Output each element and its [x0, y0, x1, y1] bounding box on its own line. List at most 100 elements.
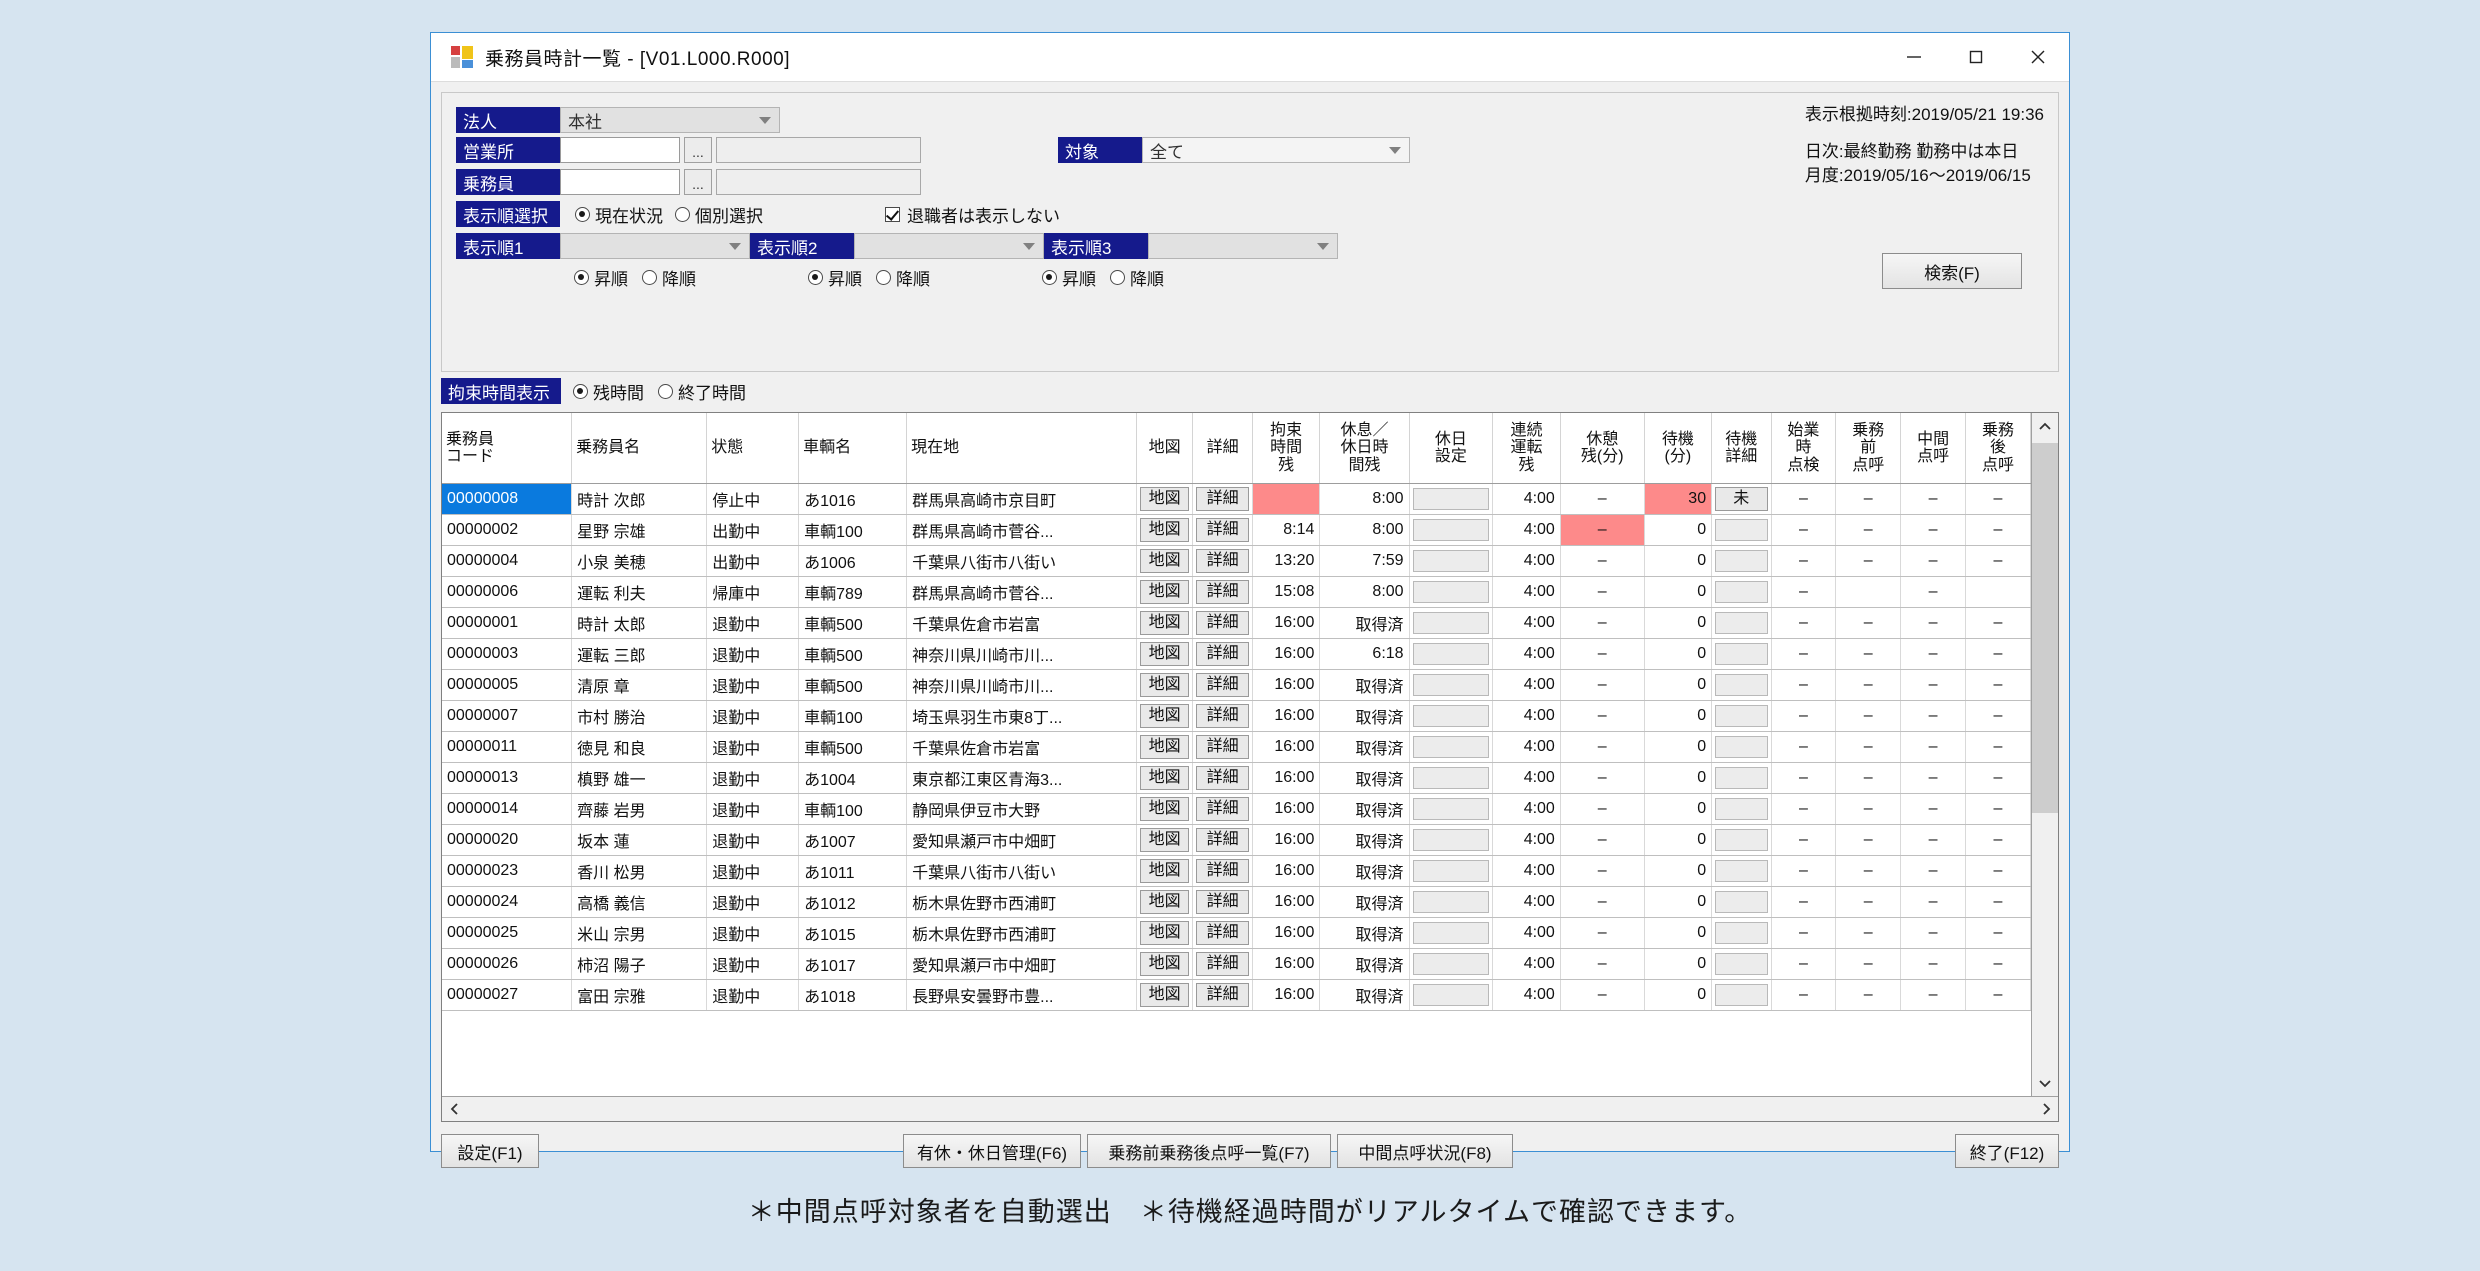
holiday-setting-cell-box[interactable]: [1412, 581, 1490, 603]
column-header-6[interactable]: 詳細: [1192, 413, 1253, 484]
holiday-setting-cell[interactable]: [1409, 607, 1494, 639]
office-picker-button[interactable]: ...: [684, 137, 712, 163]
wait-detail-cell-box[interactable]: [1715, 798, 1768, 820]
wait-detail-cell[interactable]: [1711, 607, 1772, 639]
holiday-setting-cell-box[interactable]: [1412, 612, 1490, 634]
holiday-setting-cell-box[interactable]: [1412, 953, 1490, 975]
maximize-button[interactable]: [1945, 33, 2007, 81]
table-row[interactable]: 00000024 高橋 義信 退勤中 あ1012 栃木県佐野市西浦町 地図 詳細 16:00 取…: [442, 886, 2031, 918]
detail-button[interactable]: 詳細: [1196, 642, 1249, 666]
vertical-scroll-thumb[interactable]: [2032, 443, 2058, 813]
detail-button[interactable]: 詳細: [1196, 797, 1249, 821]
table-row[interactable]: 00000026 柿沼 陽子 退勤中 あ1017 愛知県瀬戸市中畑町 地図 詳細 16:00 取…: [442, 948, 2031, 980]
wait-detail-cell-box[interactable]: [1715, 550, 1768, 572]
map-button[interactable]: 地図: [1139, 766, 1190, 790]
map-button[interactable]: 地図: [1139, 580, 1190, 604]
table-row[interactable]: 00000023 香川 松男 退勤中 あ1011 千葉県八街市八街い 地図 詳細 16:00 取…: [442, 855, 2031, 887]
table-row[interactable]: 00000020 坂本 蓮退勤中 あ1007 愛知県瀬戸市中畑町 地図 詳細 16:00 取得…: [442, 824, 2031, 856]
holiday-setting-cell[interactable]: [1409, 545, 1494, 577]
wait-detail-cell-box[interactable]: [1715, 953, 1768, 975]
table-row[interactable]: 00000005 清原 章退勤中 車輌500 神奈川県川崎市川... 地図 詳細 16:00…: [442, 669, 2031, 701]
column-header-0[interactable]: 乗務員 コード: [442, 413, 573, 484]
detail-button[interactable]: 詳細: [1196, 549, 1249, 573]
wait-detail-cell-box[interactable]: [1715, 860, 1768, 882]
search-button[interactable]: 検索(F): [1882, 253, 2022, 289]
holiday-setting-cell-box[interactable]: [1412, 705, 1490, 727]
table-row[interactable]: 00000007 市村 勝治 退勤中 車輌100 埼玉県羽生市東8丁... 地図 詳細 16:…: [442, 700, 2031, 732]
minimize-button[interactable]: [1883, 33, 1945, 81]
column-header-3[interactable]: 車輌名: [798, 413, 908, 484]
map-button[interactable]: 地図: [1139, 487, 1190, 511]
table-row[interactable]: 00000011 徳見 和良 退勤中 車輌500 千葉県佐倉市岩富 地図 詳細 16:00 取得…: [442, 731, 2031, 763]
detail-button[interactable]: 詳細: [1196, 952, 1249, 976]
wait-detail-cell-box[interactable]: [1715, 581, 1768, 603]
wait-detail-cell-box[interactable]: [1715, 891, 1768, 913]
wait-detail-cell[interactable]: [1711, 545, 1772, 577]
holiday-setting-cell[interactable]: [1409, 638, 1494, 670]
holiday-setting-cell[interactable]: [1409, 576, 1494, 608]
table-row[interactable]: 00000025 米山 宗男 退勤中 あ1015 栃木県佐野市西浦町 地図 詳細 16:00 取…: [442, 917, 2031, 949]
crew-picker-button[interactable]: ...: [684, 169, 712, 195]
holiday-setting-cell[interactable]: [1409, 979, 1494, 1011]
column-header-14[interactable]: 始業時点検: [1771, 413, 1837, 484]
holiday-setting-cell-box[interactable]: [1412, 519, 1490, 541]
holiday-setting-cell[interactable]: [1409, 762, 1494, 794]
scroll-down-arrow-icon[interactable]: [2032, 1070, 2058, 1096]
wait-detail-cell[interactable]: [1711, 917, 1772, 949]
holiday-setting-cell-box[interactable]: [1412, 736, 1490, 758]
map-button[interactable]: 地図: [1139, 673, 1190, 697]
holiday-setting-cell[interactable]: [1409, 824, 1494, 856]
column-header-10[interactable]: 連続 運転残: [1492, 413, 1561, 484]
map-button[interactable]: 地図: [1139, 797, 1190, 821]
wait-detail-cell[interactable]: [1711, 762, 1772, 794]
pre-post-call-list-button[interactable]: 乗務前乗務後点呼一覧(F7): [1087, 1134, 1331, 1168]
column-header-13[interactable]: 待機 詳細: [1711, 413, 1772, 484]
wait-detail-cell-box[interactable]: [1715, 519, 1768, 541]
column-header-12[interactable]: 待機 (分): [1644, 413, 1713, 484]
map-button[interactable]: 地図: [1139, 859, 1190, 883]
holiday-setting-cell[interactable]: [1409, 886, 1494, 918]
radio-current-status[interactable]: 現在状況: [575, 202, 663, 227]
wait-detail-cell-box[interactable]: [1715, 767, 1768, 789]
table-row[interactable]: 00000006 運転 利夫 帰庫中 車輌789 群馬県高崎市菅谷... 地図 詳細 15:0…: [442, 576, 2031, 608]
holiday-setting-cell-box[interactable]: [1412, 643, 1490, 665]
holiday-setting-cell[interactable]: [1409, 855, 1494, 887]
wait-detail-cell[interactable]: [1711, 514, 1772, 546]
wait-detail-cell[interactable]: [1711, 700, 1772, 732]
target-select[interactable]: 全て: [1142, 137, 1410, 163]
holiday-setting-cell-box[interactable]: [1412, 798, 1490, 820]
holiday-setting-cell[interactable]: [1409, 793, 1494, 825]
column-header-11[interactable]: 休憩 残(分): [1560, 413, 1645, 484]
holiday-setting-cell-box[interactable]: [1412, 767, 1490, 789]
table-row[interactable]: 00000013 槙野 雄一 退勤中 あ1004 東京都江東区青海3... 地図 詳細 16:…: [442, 762, 2031, 794]
horizontal-scroll-track[interactable]: [466, 1097, 2034, 1121]
wait-detail-cell[interactable]: [1711, 731, 1772, 763]
holiday-setting-cell-box[interactable]: [1412, 922, 1490, 944]
wait-detail-cell[interactable]: [1711, 793, 1772, 825]
map-button[interactable]: 地図: [1139, 828, 1190, 852]
detail-button[interactable]: 詳細: [1196, 704, 1249, 728]
corporation-select[interactable]: 本社: [560, 107, 780, 133]
wait-detail-cell[interactable]: [1711, 824, 1772, 856]
holiday-setting-cell-box[interactable]: [1412, 891, 1490, 913]
detail-button[interactable]: 詳細: [1196, 673, 1249, 697]
scroll-up-arrow-icon[interactable]: [2032, 413, 2058, 439]
wait-detail-cell-box[interactable]: [1715, 829, 1768, 851]
wait-detail-cell-box[interactable]: [1715, 705, 1768, 727]
close-button[interactable]: [2007, 33, 2069, 81]
wait-detail-cell[interactable]: [1711, 855, 1772, 887]
detail-button[interactable]: 詳細: [1196, 735, 1249, 759]
holiday-setting-cell[interactable]: [1409, 731, 1494, 763]
holiday-setting-cell[interactable]: [1409, 514, 1494, 546]
holiday-setting-cell[interactable]: [1409, 948, 1494, 980]
order3-asc-radio[interactable]: 昇順: [1042, 265, 1096, 290]
detail-button[interactable]: 詳細: [1196, 859, 1249, 883]
order2-select[interactable]: [854, 233, 1044, 259]
map-button[interactable]: 地図: [1139, 952, 1190, 976]
map-button[interactable]: 地図: [1139, 704, 1190, 728]
order3-desc-radio[interactable]: 降順: [1110, 265, 1164, 290]
detail-button[interactable]: 詳細: [1196, 983, 1249, 1007]
wait-detail-cell[interactable]: [1711, 948, 1772, 980]
column-header-17[interactable]: 乗務後点呼: [1965, 413, 2031, 484]
office-code-input[interactable]: [560, 137, 680, 163]
